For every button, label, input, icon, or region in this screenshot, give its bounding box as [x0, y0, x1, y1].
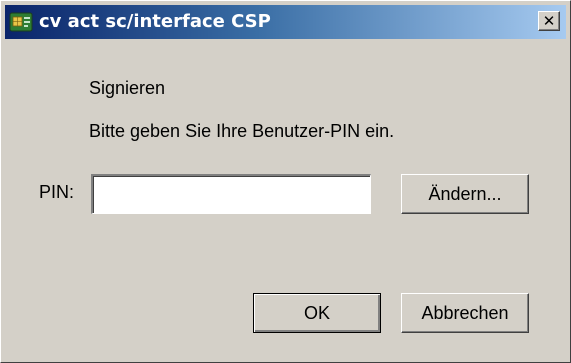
- window-title: cv act sc/interface CSP: [39, 11, 271, 32]
- cancel-button[interactable]: Abbrechen: [401, 293, 529, 333]
- dialog-heading: Signieren: [89, 78, 166, 98]
- pin-label: PIN:: [39, 182, 75, 202]
- change-button[interactable]: Ändern...: [401, 174, 529, 214]
- instruction-text: Bitte geben Sie Ihre Benutzer-PIN ein.: [89, 121, 395, 141]
- close-button[interactable]: ✕: [538, 11, 560, 31]
- pin-input[interactable]: [91, 174, 371, 214]
- change-button-label: Ändern...: [428, 183, 502, 204]
- cancel-button-label: Abbrechen: [421, 302, 509, 323]
- ok-button[interactable]: OK: [253, 293, 381, 333]
- close-icon: ✕: [542, 11, 556, 30]
- ok-button-label: OK: [303, 302, 330, 323]
- smartcard-icon: [9, 12, 33, 32]
- title-bar[interactable]: cv act sc/interface CSP ✕: [5, 5, 566, 39]
- dialog-window: cv act sc/interface CSP ✕ Signieren Bitt…: [0, 0, 571, 363]
